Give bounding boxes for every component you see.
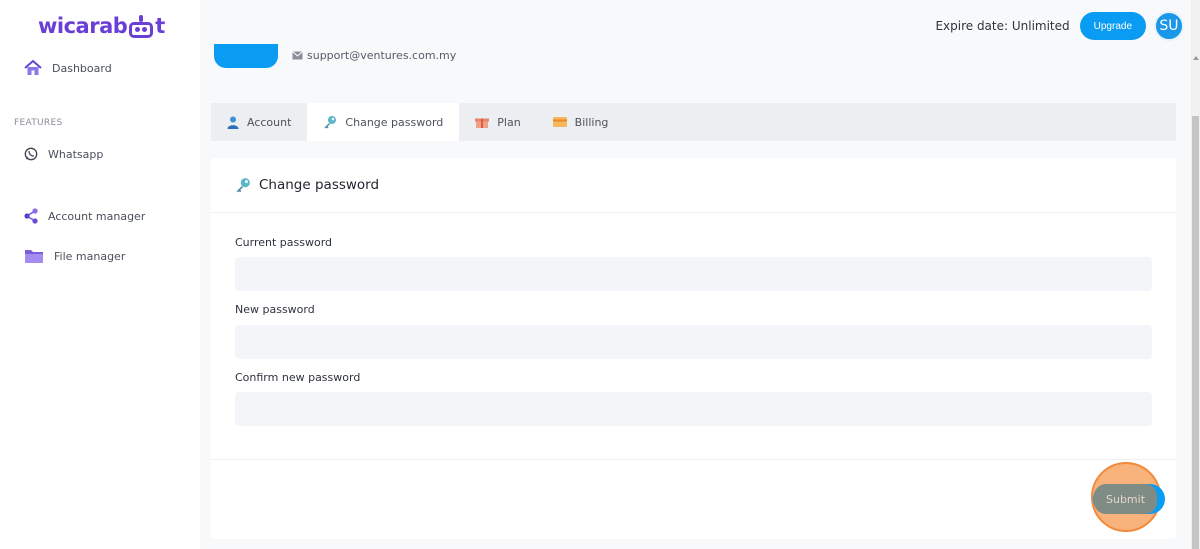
tab-account[interactable]: Account [211, 103, 307, 141]
upgrade-button[interactable]: Upgrade [1079, 12, 1146, 40]
app-logo[interactable]: wicarab t [38, 12, 165, 40]
sidebar: wicarab t Dashboard FEATURES Whatsapp Ac… [0, 0, 200, 549]
home-icon [24, 60, 42, 75]
section-label-features: FEATURES [14, 118, 63, 128]
sidebar-item-whatsapp[interactable]: Whatsapp [24, 147, 103, 161]
new-password-field[interactable] [235, 325, 1152, 359]
gift-icon [475, 118, 490, 128]
sidebar-item-label: Whatsapp [48, 147, 104, 161]
email-row: support@ventures.com.my [292, 49, 456, 62]
sidebar-item-dashboard[interactable]: Dashboard [24, 60, 112, 76]
share-nodes-icon [24, 208, 38, 224]
change-password-card: Change password Current password New pas… [211, 158, 1176, 539]
key-icon [236, 178, 250, 193]
robot-logo-icon [128, 15, 154, 38]
card-title: Change password [259, 177, 380, 193]
sidebar-item-account-manager[interactable]: Account manager [24, 208, 145, 224]
card-header: Change password [211, 158, 1176, 213]
key-icon [324, 116, 337, 129]
tab-label: Change password [345, 115, 444, 129]
card-divider [211, 459, 1176, 460]
expire-date-text: Expire date: Unlimited [935, 19, 1070, 33]
credit-card-icon [552, 117, 567, 127]
tab-change-password[interactable]: Change password [307, 103, 460, 141]
whatsapp-icon [24, 147, 38, 161]
scrollbar[interactable] [1191, 0, 1200, 549]
logo-text-right: t [155, 14, 166, 38]
confirm-password-field[interactable] [235, 392, 1152, 426]
tab-label: Plan [497, 115, 521, 129]
tab-plan[interactable]: Plan [459, 103, 536, 141]
current-password-label: Current password [235, 236, 333, 249]
tab-label: Billing [574, 115, 609, 129]
sidebar-item-label: Dashboard [52, 61, 112, 75]
scrollbar-thumb[interactable] [1192, 116, 1199, 549]
submit-button-label[interactable]: Submit [1094, 484, 1157, 514]
current-password-field[interactable] [235, 257, 1152, 291]
scroll-up-arrow-icon[interactable] [1193, 56, 1199, 60]
settings-tabs: Account Change password Plan Billing [211, 103, 1176, 141]
confirm-password-label: Confirm new password [235, 371, 361, 384]
profile-action-button[interactable] [214, 44, 278, 68]
user-email: support@ventures.com.my [307, 49, 457, 62]
logo-text-left: wicarab [38, 14, 128, 38]
sidebar-item-label: Account manager [48, 209, 146, 223]
tab-billing[interactable]: Billing [537, 103, 625, 141]
avatar[interactable]: SU [1154, 11, 1184, 41]
sidebar-item-label: File manager [54, 249, 126, 263]
tab-label: Account [247, 115, 292, 129]
new-password-label: New password [235, 303, 315, 316]
folder-icon [25, 250, 43, 263]
sidebar-item-file-manager[interactable]: File manager [24, 248, 125, 264]
topbar: Expire date: Unlimited Upgrade SU [935, 11, 1184, 41]
user-icon [227, 116, 239, 129]
envelope-icon [292, 51, 303, 60]
